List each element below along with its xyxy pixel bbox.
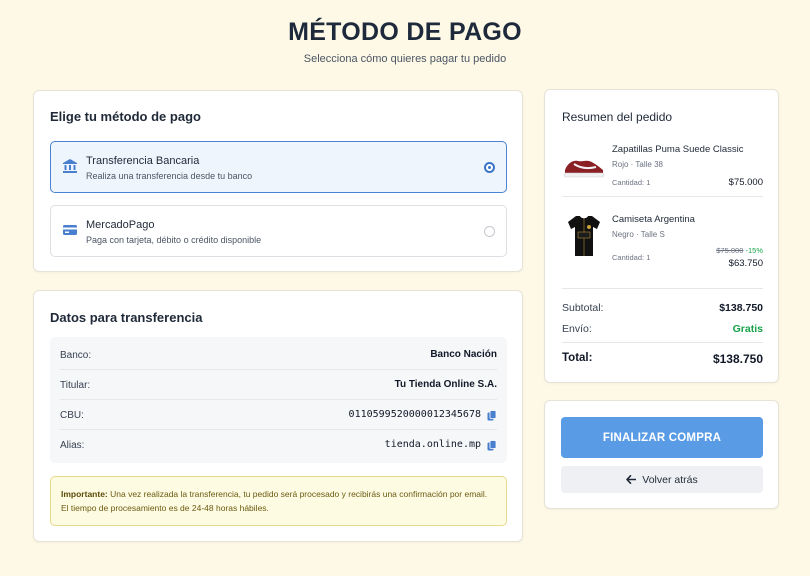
jersey-image bbox=[568, 216, 600, 256]
bank-icon bbox=[63, 159, 77, 173]
item-old-price: $75.000 -15% bbox=[716, 246, 763, 255]
option-label: MercadoPago bbox=[86, 219, 155, 231]
subtotal-label: Subtotal: bbox=[562, 302, 604, 314]
divider bbox=[562, 342, 763, 343]
row-label: Banco: bbox=[60, 350, 92, 361]
important-notice: Importante: Una vez realizada la transfe… bbox=[50, 476, 507, 526]
total-value: $138.750 bbox=[712, 352, 763, 366]
shipping-label: Envío: bbox=[562, 323, 592, 335]
transfer-data-card: Datos para transferencia Banco: Banco Na… bbox=[33, 290, 523, 542]
back-label: Volver atrás bbox=[642, 473, 698, 486]
transfer-row-alias: Alias: tienda.online.mp bbox=[60, 430, 497, 460]
subtotal-row: Subtotal: $138.750 bbox=[562, 302, 763, 314]
copy-icon[interactable] bbox=[487, 440, 497, 451]
actions-card: FINALIZAR COMPRA Volver atrás bbox=[544, 400, 779, 509]
subtotal-value: $138.750 bbox=[719, 302, 763, 314]
payment-method-card: Elige tu método de pago Transferencia Ba… bbox=[33, 90, 523, 272]
row-value: Banco Nación bbox=[430, 349, 497, 360]
copy-icon[interactable] bbox=[487, 410, 497, 421]
item-size: Talle 38 bbox=[635, 160, 663, 169]
item-meta: Rojo · Talle 38 bbox=[612, 160, 663, 169]
shipping-value: Gratis bbox=[732, 323, 763, 335]
divider bbox=[562, 196, 763, 197]
transfer-details: Banco: Banco Nación Titular: Tu Tienda O… bbox=[50, 337, 507, 463]
item-name: Camiseta Argentina bbox=[612, 214, 695, 225]
item-name: Zapatillas Puma Suede Classic bbox=[612, 144, 744, 155]
arrow-left-icon bbox=[626, 475, 637, 484]
item-qty: Cantidad: 1 bbox=[612, 178, 651, 187]
total-row: Total: $138.750 bbox=[562, 352, 763, 366]
row-value: tienda.online.mp bbox=[384, 439, 481, 450]
sneaker-image bbox=[563, 160, 605, 178]
payment-option-transferencia[interactable]: Transferencia Bancaria Realiza una trans… bbox=[50, 141, 507, 193]
row-label: Titular: bbox=[60, 380, 91, 391]
item-qty: Cantidad: 1 bbox=[612, 253, 651, 262]
transfer-title: Datos para transferencia bbox=[50, 310, 203, 325]
back-button[interactable]: Volver atrás bbox=[561, 466, 763, 493]
row-value: Tu Tienda Online S.A. bbox=[394, 379, 497, 390]
total-label: Total: bbox=[562, 352, 593, 364]
old-price: $75.000 bbox=[716, 246, 744, 255]
payment-method-title: Elige tu método de pago bbox=[50, 109, 201, 124]
divider bbox=[562, 288, 763, 289]
row-value: 0110599520000012345678 bbox=[348, 409, 481, 420]
item-price: $75.000 bbox=[728, 177, 763, 188]
shipping-row: Envío: Gratis bbox=[562, 323, 763, 335]
transfer-row-titular: Titular: Tu Tienda Online S.A. bbox=[60, 370, 497, 400]
notice-text: Una vez realizada la transferencia, tu p… bbox=[61, 489, 488, 513]
transfer-row-cbu: CBU: 0110599520000012345678 bbox=[60, 400, 497, 430]
page-title: MÉTODO DE PAGO bbox=[288, 18, 522, 46]
row-label: Alias: bbox=[60, 440, 85, 451]
order-item: Zapatillas Puma Suede Classic Rojo · Tal… bbox=[562, 144, 763, 188]
option-description: Paga con tarjeta, débito o crédito dispo… bbox=[86, 235, 262, 245]
page-subtitle: Selecciona cómo quieres pagar tu pedido bbox=[303, 53, 507, 65]
order-item: Camiseta Argentina Negro · Talle S $75.0… bbox=[562, 214, 763, 269]
finalize-purchase-button[interactable]: FINALIZAR COMPRA bbox=[561, 417, 763, 458]
option-label: Transferencia Bancaria bbox=[86, 155, 200, 167]
summary-title: Resumen del pedido bbox=[562, 110, 673, 124]
item-meta: Negro · Talle S bbox=[612, 230, 665, 239]
payment-option-mercadopago[interactable]: MercadoPago Paga con tarjeta, débito o c… bbox=[50, 205, 507, 257]
order-summary-card: Resumen del pedido Zapatillas Puma Suede… bbox=[544, 89, 779, 383]
radio-selected[interactable] bbox=[484, 162, 495, 173]
card-icon bbox=[63, 225, 77, 235]
item-size: Talle S bbox=[640, 230, 665, 239]
radio-unselected[interactable] bbox=[484, 226, 495, 237]
item-price: $63.750 bbox=[728, 258, 763, 269]
option-description: Realiza una transferencia desde tu banco bbox=[86, 171, 253, 181]
transfer-row-banco: Banco: Banco Nación bbox=[60, 340, 497, 370]
notice-strong: Importante: bbox=[61, 489, 108, 499]
discount-badge: -15% bbox=[745, 246, 763, 255]
row-label: CBU: bbox=[60, 410, 84, 421]
item-color: Rojo bbox=[612, 160, 629, 169]
item-color: Negro bbox=[612, 230, 634, 239]
